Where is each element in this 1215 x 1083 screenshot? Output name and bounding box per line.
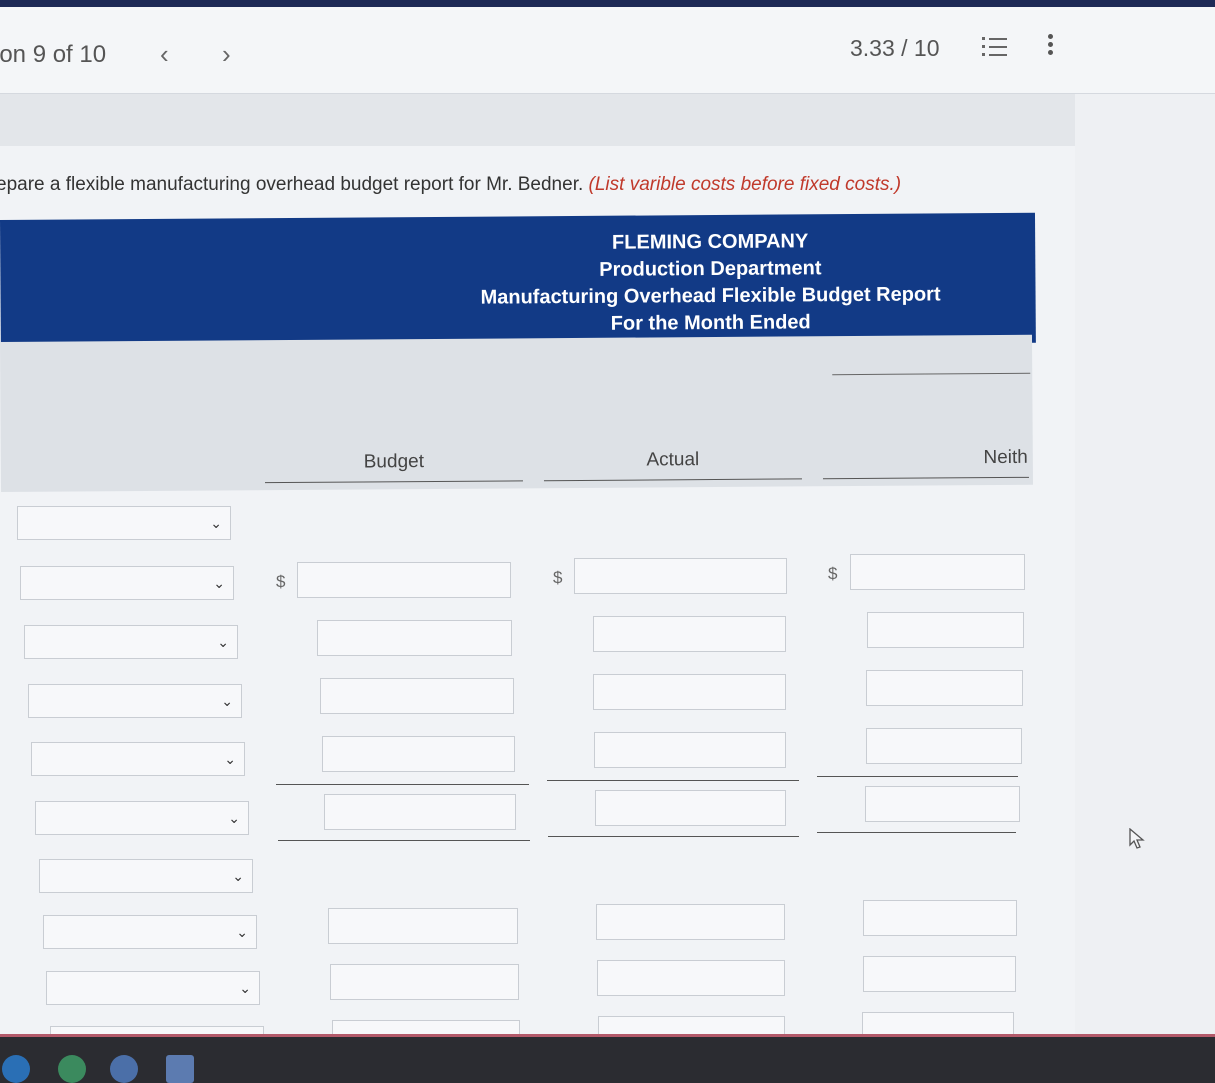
budget-currency-symbol: $ <box>276 572 286 591</box>
budget-subtotal-rule <box>278 840 530 841</box>
cost-item-select[interactable]: ⌄ <box>24 625 238 659</box>
column-difference-label: Neith <box>983 446 1028 469</box>
right-side-panel <box>1075 94 1215 1034</box>
app-icon[interactable] <box>110 1055 138 1083</box>
actual-amount-input[interactable] <box>593 616 786 652</box>
difference-amount-input[interactable] <box>867 612 1024 648</box>
os-taskbar <box>0 1034 1215 1083</box>
actual-amount-input[interactable] <box>597 960 785 996</box>
top-accent-strip <box>0 0 1215 7</box>
company-name: FLEMING COMPANY <box>611 230 809 254</box>
cost-item-select[interactable]: ⌄ <box>31 742 245 776</box>
chevron-down-icon: ⌄ <box>217 634 229 650</box>
budget-amount-input[interactable] <box>330 964 519 1000</box>
budget-amount-input[interactable] <box>297 562 511 598</box>
start-icon[interactable] <box>2 1055 30 1083</box>
next-question-button[interactable]: › <box>222 39 231 70</box>
budget-amount-input[interactable] <box>328 908 518 944</box>
cost-item-select[interactable]: ⌄ <box>39 859 253 893</box>
actual-amount-input[interactable] <box>574 558 787 594</box>
list-icon[interactable] <box>982 35 1008 59</box>
toolbar-band <box>0 94 1075 146</box>
chevron-down-icon: ⌄ <box>232 868 244 884</box>
budget-amount-input[interactable] <box>320 678 514 714</box>
chevron-down-icon: ⌄ <box>221 693 233 709</box>
actual-currency-symbol: $ <box>553 568 563 587</box>
difference-amount-input[interactable] <box>850 554 1025 590</box>
actual-subtotal-rule <box>548 836 799 837</box>
column-budget-label: Budget <box>363 451 425 473</box>
instruction-note: (List varible costs before fixed costs.) <box>588 174 902 195</box>
month-input-line[interactable] <box>832 372 1031 376</box>
chevron-down-icon: ⌄ <box>239 980 251 996</box>
calculator-icon[interactable] <box>166 1055 194 1083</box>
budget-amount-input[interactable] <box>324 794 516 830</box>
difference-subtotal-rule <box>817 832 1016 833</box>
budget-amount-input[interactable] <box>332 1020 520 1034</box>
budget-amount-input[interactable] <box>317 620 512 656</box>
difference-amount-input[interactable] <box>865 786 1020 822</box>
actual-amount-input[interactable] <box>596 904 785 940</box>
score-display: 3.33 / 10 <box>850 35 940 61</box>
cost-item-select[interactable]: ⌄ <box>20 566 234 600</box>
cost-item-select[interactable]: ⌄ <box>43 915 257 949</box>
cost-item-select[interactable]: ⌄ <box>28 684 242 718</box>
kebab-menu-icon[interactable] <box>1044 31 1056 59</box>
difference-subtotal-rule <box>817 776 1018 777</box>
department-name: Production Department <box>599 257 822 281</box>
question-counter: ion 9 of 10 <box>0 41 107 68</box>
chevron-down-icon: ⌄ <box>236 924 248 940</box>
difference-amount-input[interactable] <box>866 728 1022 764</box>
difference-amount-input[interactable] <box>863 900 1017 936</box>
report-header: FLEMING COMPANY Production Department Ma… <box>0 212 1036 350</box>
column-header-area: Budget Actual Neith <box>0 334 1034 492</box>
instruction-text: epare a flexible manufacturing overhead … <box>0 174 901 196</box>
actual-subtotal-rule <box>547 780 799 781</box>
browser-icon[interactable] <box>58 1055 86 1083</box>
difference-amount-input[interactable] <box>863 956 1016 992</box>
question-content: epare a flexible manufacturing overhead … <box>0 146 1075 1034</box>
actual-column-underline <box>543 478 802 482</box>
actual-amount-input[interactable] <box>593 674 786 710</box>
mouse-cursor-icon <box>1129 828 1145 849</box>
report-period: For the Month Ended <box>610 311 811 335</box>
column-actual-label: Actual <box>646 449 700 471</box>
cost-item-select[interactable]: ⌄ <box>46 971 260 1005</box>
report-title: Manufacturing Overhead Flexible Budget R… <box>480 283 941 309</box>
instruction-main: epare a flexible manufacturing overhead … <box>0 174 584 195</box>
previous-question-button[interactable]: ‹ <box>160 39 169 70</box>
cost-item-select[interactable] <box>50 1026 264 1034</box>
difference-column-underline <box>822 476 1029 480</box>
budget-amount-input[interactable] <box>322 736 515 772</box>
cost-item-select[interactable]: ⌄ <box>35 801 249 835</box>
chevron-down-icon: ⌄ <box>213 575 225 591</box>
difference-amount-input[interactable] <box>866 670 1023 706</box>
difference-currency-symbol: $ <box>828 564 838 583</box>
chevron-down-icon: ⌄ <box>224 751 236 767</box>
actual-amount-input[interactable] <box>598 1016 785 1034</box>
chevron-down-icon: ⌄ <box>210 515 222 531</box>
actual-amount-input[interactable] <box>595 790 786 826</box>
question-navigation-bar: ion 9 of 10 ‹ › 3.33 / 10 <box>0 7 1215 94</box>
difference-amount-input[interactable] <box>862 1012 1014 1034</box>
budget-column-underline <box>264 480 523 484</box>
actual-amount-input[interactable] <box>594 732 786 768</box>
cost-item-select[interactable]: ⌄ <box>17 506 231 540</box>
chevron-down-icon: ⌄ <box>228 810 240 826</box>
budget-subtotal-rule <box>276 784 529 785</box>
